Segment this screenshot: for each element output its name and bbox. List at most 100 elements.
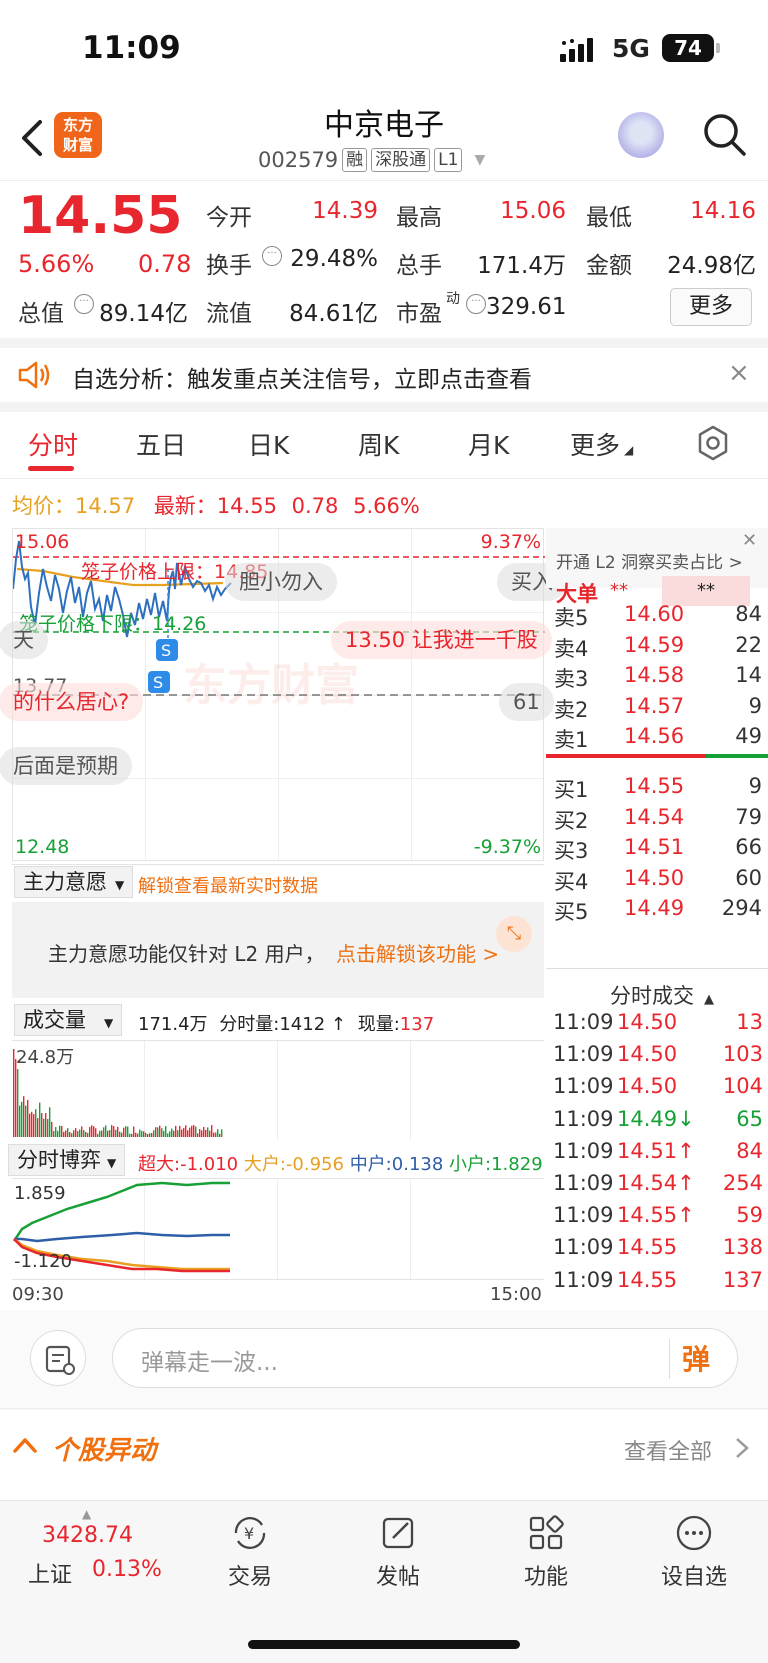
bid-row[interactable]: 买3 14.51 66 [546,833,768,863]
volume-bar [121,1132,123,1137]
volume-bar [69,1131,71,1137]
volume-bar [91,1125,93,1137]
volume-bar [175,1125,177,1137]
tab-active-indicator [28,466,74,471]
ask-row[interactable]: 卖1 14.56 49 [546,722,768,752]
gear-icon[interactable] [694,424,732,462]
robot-avatar-icon[interactable] [618,112,664,158]
close-icon[interactable]: × [728,358,750,388]
tick-volume: 104 [722,1074,763,1099]
info-icon[interactable]: ··· [262,246,282,266]
bid-label: 买2 [554,808,589,833]
chevron-up-icon[interactable] [12,1436,38,1454]
danmu-bullet[interactable]: 后面是预期 [0,747,132,785]
high-value: 15.06 [500,198,566,224]
ask-row[interactable]: 卖3 14.58 14 [546,661,768,691]
danmu-settings-icon[interactable] [30,1330,86,1386]
edit-icon [382,1517,414,1549]
tick-volume: 84 [736,1138,763,1163]
main-force-dropdown[interactable]: 主力意愿 ▼ [14,866,134,898]
ask-row[interactable]: 卖5 14.60 84 [546,600,768,630]
fenshi-game-dropdown[interactable]: 分时博弈 ▼ [8,1144,126,1176]
main-force-card[interactable]: 主力意愿功能仅针对 L2 用户， 点击解锁该功能 > ⤡ [12,902,544,998]
unlock-feature-link[interactable]: 点击解锁该功能 > [336,938,499,967]
intraday-chart[interactable]: 东方财富 S S 15.06 9.37% 笼子价格上限：14.85 笼子价格下限… [0,528,567,861]
volume-bar [79,1129,81,1137]
danmu-send-button[interactable]: 弹 [682,1338,710,1378]
danmu-bullet[interactable]: 的什么居心? [0,683,144,721]
info-icon[interactable]: ··· [466,294,486,314]
fund-flow-chart[interactable]: 1.859 -1.120 [12,1178,544,1280]
nav-functions[interactable]: 功能 [496,1513,596,1591]
ask-row[interactable]: 卖2 14.57 9 [546,692,768,722]
tick-row: 11:09 14.55↑ 59 [553,1203,763,1235]
stock-code-row[interactable]: 002579 融 深股通 L1 ▼ [258,146,485,174]
nav-add-watchlist[interactable]: 设自选 [644,1513,744,1591]
bid-row[interactable]: 买2 14.54 79 [546,803,768,833]
bid-row[interactable]: 买1 14.55 9 [546,772,768,802]
volume-bar [71,1133,73,1137]
tick-time: 11:09 [553,1074,614,1099]
volume-chart[interactable]: 24.8万 [12,1040,544,1140]
bid-row[interactable]: 买5 14.49 294 [546,894,768,924]
tab-weekly-k[interactable]: 周K [358,426,399,462]
stock-alert-bar[interactable]: 个股异动 查看全部 [0,1410,768,1484]
tick-price: 14.50 [617,1042,678,1067]
tab-five-day[interactable]: 五日 [136,426,186,462]
volume-bar [147,1133,149,1137]
chevron-right-icon[interactable] [734,1436,750,1460]
notice-text[interactable]: 自选分析：触发重点关注信号，立即点击查看 [72,360,532,394]
volume-bar [185,1125,187,1137]
index-name[interactable]: 上证 [28,1557,72,1589]
tick-time: 11:09 [553,1138,614,1163]
volume-dropdown[interactable]: 成交量 ▼ [14,1004,123,1036]
volume-bar [197,1133,199,1137]
volume-bar [179,1125,181,1137]
info-icon[interactable]: ··· [74,294,94,314]
danmu-bullet[interactable]: 13.50 让我进一千股 [331,621,552,659]
unlock-data-link[interactable]: 解锁查看最新实时数据 [138,872,318,898]
nav-post[interactable]: 发帖 [348,1513,448,1591]
index-value[interactable]: 3428.74 [42,1523,133,1548]
tab-monthly-k[interactable]: 月K [468,426,509,462]
danmu-input[interactable]: 弹幕走一波... [112,1328,738,1388]
index-change[interactable]: 0.13% [92,1557,162,1582]
volume-bar [125,1126,127,1137]
volume-bar [163,1130,165,1137]
search-icon[interactable] [700,110,748,158]
tab-intraday[interactable]: 分时 [28,426,78,462]
volume-bar [111,1125,113,1137]
battery-cap [716,43,720,53]
bid-row[interactable]: 买4 14.50 60 [546,864,768,894]
danmu-bullet[interactable]: 天 [0,621,48,659]
tab-more[interactable]: 更多 ◢ [570,426,633,462]
expand-icon[interactable]: ⤡ [496,916,532,952]
ask-row[interactable]: 卖4 14.59 22 [546,631,768,661]
grid-icon [529,1515,564,1550]
volume-bar [205,1130,207,1137]
ask-label: 卖3 [554,667,589,691]
tick-volume: 103 [722,1042,763,1067]
volume-bar [135,1132,137,1137]
volume-bar [123,1127,125,1137]
tick-volume: 137 [722,1267,763,1292]
volume-bar [29,1113,31,1137]
tick-list-title[interactable]: 分时成交 ▲ [610,980,714,1010]
volume-bar [195,1126,197,1137]
tab-daily-k[interactable]: 日K [248,426,289,462]
volume-bar [53,1131,55,1137]
volume-bar [63,1131,65,1137]
view-all-link[interactable]: 查看全部 [624,1434,712,1466]
volume-bar [13,1049,15,1137]
nav-trade[interactable]: ¥ 交易 [200,1513,300,1591]
volume-bar [95,1128,97,1137]
chevron-down-icon[interactable]: ▼ [474,152,485,168]
stock-code: 002579 [258,148,339,172]
volume-bar [57,1130,59,1137]
close-icon[interactable]: ✕ [742,530,757,551]
volume-bar [33,1114,35,1137]
volume-bar [17,1069,19,1137]
l2-upgrade-link[interactable]: 开通 L2 洞察买卖占比 > [556,548,743,573]
more-button[interactable]: 更多 [670,288,752,326]
danmu-bullet[interactable]: 胆小勿入 [225,563,337,601]
